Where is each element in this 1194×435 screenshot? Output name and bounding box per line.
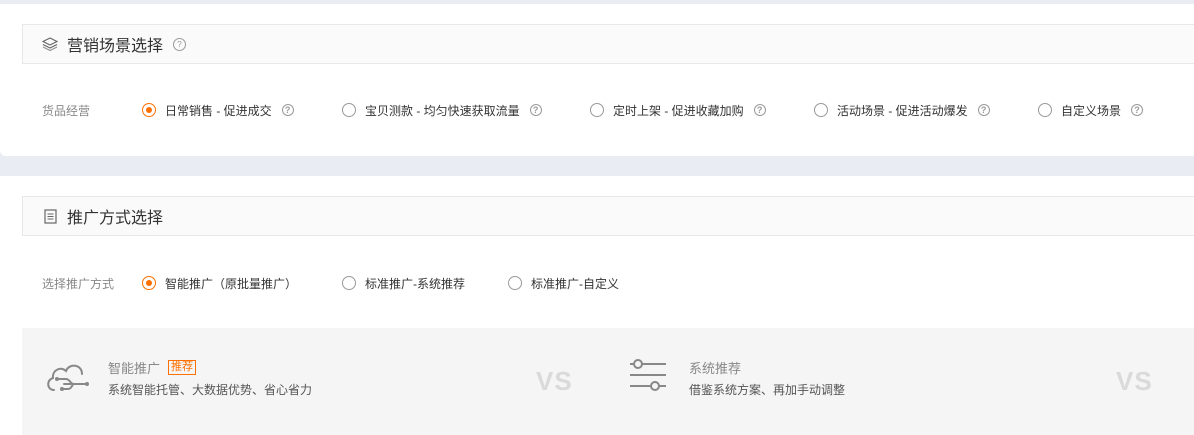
option-label: 智能推广（原批量推广）: [165, 276, 298, 291]
help-icon[interactable]: ?: [281, 104, 294, 116]
option-label: 定时上架 - 促进收藏加购: [613, 103, 744, 118]
option-label: 日常销售 - 促进成交: [165, 103, 272, 118]
scene-option-timed-listing[interactable]: 定时上架 - 促进收藏加购 ?: [590, 102, 766, 119]
promotion-method-label: 选择推广方式: [42, 276, 115, 291]
document-icon: [42, 208, 58, 224]
radio-icon[interactable]: [814, 103, 828, 117]
option-label: 宝贝测款 - 均匀快速获取流量: [365, 103, 520, 118]
radio-icon[interactable]: [142, 276, 156, 290]
promotion-method-title: 推广方式选择: [67, 210, 164, 227]
radio-icon[interactable]: [142, 103, 156, 117]
smart-promo-title: 智能推广 推荐: [108, 358, 197, 377]
scene-option-test-items[interactable]: 宝贝测款 - 均匀快速获取流量 ?: [342, 102, 542, 119]
promo-option-standard-recommend[interactable]: 标准推广-系统推荐: [342, 275, 465, 292]
scene-option-daily-sales[interactable]: 日常销售 - 促进成交 ?: [142, 102, 294, 119]
scene-option-activity[interactable]: 活动场景 - 促进活动爆发 ?: [814, 102, 990, 119]
system-recommend-desc: 借鉴系统方案、再加手动调整: [689, 383, 846, 397]
smart-promo-desc: 系统智能托管、大数据优势、省心省力: [108, 383, 313, 397]
radio-icon[interactable]: [342, 103, 356, 117]
scene-option-custom[interactable]: 自定义场景 ?: [1038, 102, 1144, 119]
marketing-scene-header: 营销场景选择 ?: [22, 24, 1194, 64]
option-label: 标准推广-系统推荐: [365, 276, 465, 291]
recommend-badge: 推荐: [168, 360, 197, 375]
option-label: 活动场景 - 促进活动爆发: [837, 103, 968, 118]
promo-option-standard-custom[interactable]: 标准推广-自定义: [508, 275, 619, 292]
vs-label: VS: [1116, 366, 1153, 396]
goods-operation-row: 货品经营 日常销售 - 促进成交 ? 宝贝测款 - 均匀快速获取流量 ? 定时上…: [0, 98, 1194, 122]
help-icon[interactable]: ?: [753, 104, 766, 116]
promotion-method-row: 选择推广方式 智能推广（原批量推广） 标准推广-系统推荐 标准推广-自定义: [0, 271, 1194, 295]
radio-icon[interactable]: [590, 103, 604, 117]
sliders-icon: [628, 358, 668, 397]
smart-promo-title-text: 智能推广: [108, 361, 161, 376]
system-recommend-title-text: 系统推荐: [689, 361, 742, 376]
system-recommend-title: 系统推荐: [689, 358, 741, 377]
promotion-method-header: 推广方式选择: [22, 196, 1194, 236]
help-icon[interactable]: ?: [529, 104, 542, 116]
option-label: 标准推广-自定义: [531, 276, 619, 291]
marketing-scene-card: 营销场景选择 ? 货品经营 日常销售 - 促进成交 ? 宝贝测款 - 均匀快速获…: [0, 4, 1194, 156]
layers-icon: [42, 36, 58, 52]
option-label: 自定义场景: [1061, 103, 1122, 118]
radio-icon[interactable]: [342, 276, 356, 290]
vs-label: VS: [536, 366, 573, 396]
radio-icon[interactable]: [1038, 103, 1052, 117]
help-icon[interactable]: ?: [173, 37, 187, 51]
goods-operation-label: 货品经营: [42, 103, 91, 118]
promotion-method-card: 推广方式选择 选择推广方式 智能推广（原批量推广） 标准推广-系统推荐 标准推广…: [0, 176, 1194, 435]
marketing-scene-title: 营销场景选择: [67, 38, 164, 55]
cloud-flow-icon: [44, 358, 92, 403]
radio-icon[interactable]: [508, 276, 522, 290]
help-icon[interactable]: ?: [1131, 104, 1144, 116]
help-icon[interactable]: ?: [977, 104, 990, 116]
promotion-comparison-panel: 智能推广 推荐 系统智能托管、大数据优势、省心省力 VS 系统推荐 借鉴系统方案…: [22, 328, 1194, 435]
promo-option-smart[interactable]: 智能推广（原批量推广）: [142, 275, 297, 292]
